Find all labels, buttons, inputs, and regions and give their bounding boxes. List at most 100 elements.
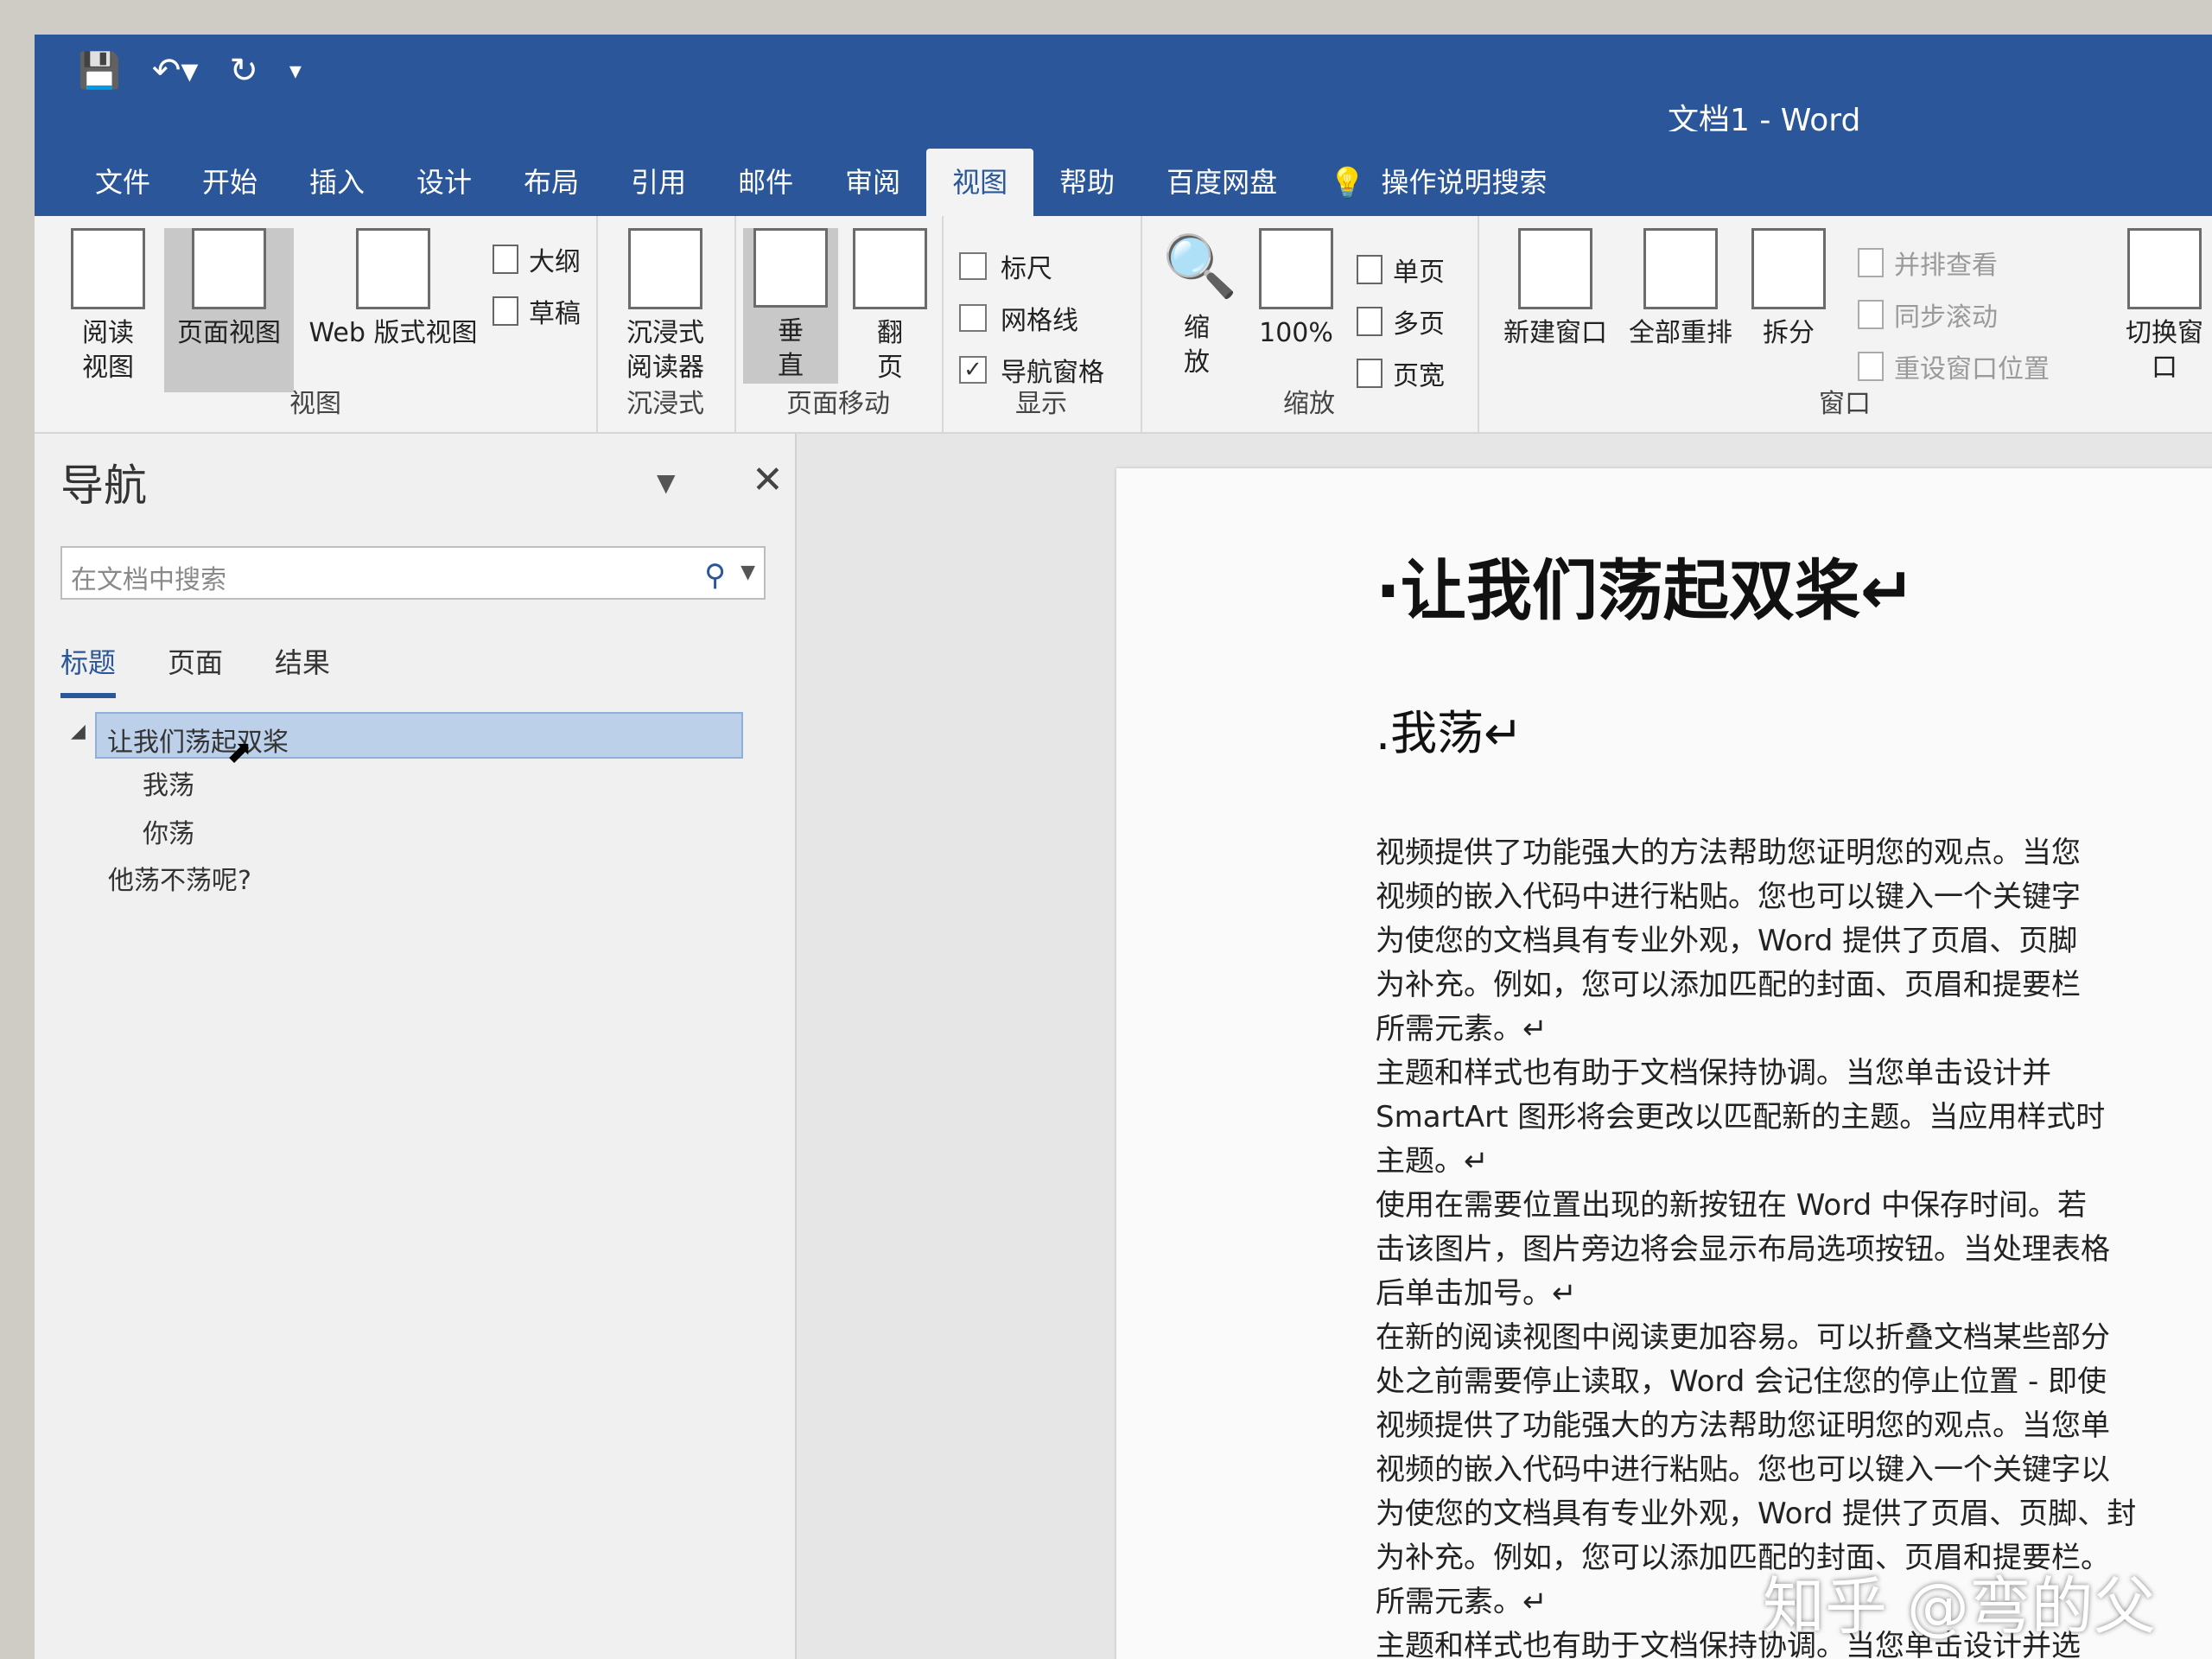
arrange-all-label: 全部重排 (1629, 318, 1732, 348)
tell-me-label: 操作说明搜索 (1381, 166, 1548, 199)
heading-2: .我荡↵ (1376, 706, 1523, 760)
web-page-icon (356, 228, 430, 309)
new-window-button[interactable]: 新建窗口 (1495, 228, 1616, 351)
ruler-checkbox[interactable]: 标尺 (959, 247, 1052, 285)
vertical-scroll-icon (753, 228, 828, 308)
switch-windows-button[interactable]: 切换窗口 (2117, 228, 2212, 385)
draft-button[interactable]: 草稿 (493, 292, 581, 330)
group-immersive: 沉浸式 阅读器 沉浸式 (596, 216, 736, 432)
tell-me-search[interactable]: 💡 操作说明搜索 (1303, 149, 1573, 216)
watermark: 知乎 @弯的父 (1763, 1570, 2156, 1643)
body-line: 所需元素。↵ (1376, 1585, 1548, 1619)
heading-item-4[interactable]: 他荡不荡呢? (108, 859, 251, 897)
tab-help[interactable]: 帮助 (1033, 149, 1141, 216)
heading-item-3[interactable]: 你荡 (143, 812, 194, 850)
one-page-button[interactable]: 单页 (1357, 251, 1445, 289)
document-page[interactable]: ·让我们荡起双桨↵ .我荡↵ 视频提供了功能强大的方法帮助您证明您的观点。当您视… (1116, 468, 2212, 1659)
tab-design[interactable]: 设计 (391, 149, 498, 216)
arrange-all-button[interactable]: 全部重排 (1620, 228, 1741, 351)
redo-icon[interactable]: ↻ (229, 51, 258, 91)
customize-icon[interactable]: ▾ (289, 56, 302, 85)
magnifier-icon: 🔍 (1162, 231, 1238, 302)
draft-icon (493, 296, 518, 326)
zoom-100-button[interactable]: 100% (1249, 228, 1344, 351)
gridlines-checkbox[interactable]: 网格线 (959, 299, 1078, 337)
body-line: 视频的嵌入代码中进行粘贴。您也可以键入一个关键字 (1376, 880, 2081, 914)
split-button[interactable]: 拆分 (1745, 228, 1832, 351)
synchronous-scrolling-button[interactable]: 同步滚动 (1858, 296, 1998, 334)
tab-mailings[interactable]: 邮件 (712, 149, 819, 216)
group-label-window: 窗口 (1819, 389, 1871, 419)
lightbulb-icon: 💡 (1329, 166, 1366, 200)
tab-layout[interactable]: 布局 (498, 149, 605, 216)
tab-headings[interactable]: 标题 (60, 641, 117, 698)
tab-references[interactable]: 引用 (605, 149, 712, 216)
tab-insert[interactable]: 插入 (283, 149, 391, 216)
reset-position-icon (1858, 352, 1884, 381)
draft-label: 草稿 (529, 299, 581, 329)
word-window: 💾 ↶▾ ↻ ▾ 文档1 - Word 文件 开始 插入 设计 布局 引用 邮件… (35, 35, 2212, 1659)
body-line: 击该图片，图片旁边将会显示布局选项按钮。当处理表格 (1376, 1232, 2110, 1267)
zoom-button[interactable]: 🔍 缩 放 (1154, 228, 1240, 380)
tab-baidu-netdisk[interactable]: 百度网盘 (1141, 149, 1303, 216)
group-window: 新建窗口 全部重排 拆分 并排查看 同步滚动 重设窗口位置 切换窗口 窗口 (1478, 216, 2212, 432)
side-to-side-button[interactable]: 翻 页 (842, 228, 938, 385)
gridlines-label: 网格线 (1001, 306, 1078, 336)
ruler-check-box[interactable] (959, 252, 987, 280)
close-icon[interactable]: ✕ (752, 458, 784, 502)
search-dropdown-icon[interactable]: ▼ (741, 562, 755, 583)
vertical-button[interactable]: 垂 直 (743, 228, 838, 384)
immersive-reader-button[interactable]: 沉浸式 阅读器 (613, 228, 717, 385)
collapse-triangle-icon[interactable]: ◢ (71, 721, 86, 742)
multiple-pages-button[interactable]: 多页 (1357, 302, 1445, 340)
multiple-pages-icon (1357, 307, 1382, 336)
arrange-all-icon (1643, 228, 1718, 309)
book-icon (71, 228, 145, 309)
read-mode-label: 阅读 视图 (82, 318, 134, 383)
tab-home[interactable]: 开始 (176, 149, 283, 216)
undo-icon[interactable]: ↶▾ (152, 51, 199, 91)
group-zoom: 🔍 缩 放 100% 单页 多页 页宽 缩放 (1141, 216, 1479, 432)
split-icon (1751, 228, 1826, 309)
reset-window-position-button[interactable]: 重设窗口位置 (1858, 347, 2050, 385)
body-line: 为补充。例如，您可以添加匹配的封面、页眉和提要栏 (1376, 968, 2081, 1002)
read-mode-button[interactable]: 阅读 视图 (60, 228, 156, 385)
print-layout-button[interactable]: 页面视图 (164, 228, 294, 392)
group-label-immersive: 沉浸式 (626, 389, 704, 419)
body-line: 使用在需要位置出现的新按钮在 Word 中保存时间。若 (1376, 1188, 2088, 1223)
save-icon[interactable]: 💾 (78, 50, 121, 91)
pane-options-icon[interactable]: ▼ (657, 468, 676, 497)
immersive-reader-label: 沉浸式 阅读器 (626, 318, 704, 383)
switch-windows-label: 切换窗口 (2126, 318, 2203, 383)
group-show: 标尺 网格线 ✓ 导航窗格 显示 (942, 216, 1142, 432)
reset-position-label: 重设窗口位置 (1894, 354, 2050, 385)
zoom-100-icon (1259, 228, 1333, 309)
body-line: 所需元素。↵ (1376, 1012, 1548, 1046)
zoom-label: 缩 放 (1184, 313, 1210, 378)
ribbon: 阅读 视图 页面视图 Web 版式视图 大纲 草稿 视图 沉浸式 阅读器 沉浸式… (35, 216, 2212, 434)
web-layout-button[interactable]: Web 版式视图 (302, 228, 484, 351)
outline-button[interactable]: 大纲 (493, 240, 581, 278)
body-line: 处之前需要停止读取，Word 会记住您的停止位置 - 即使 (1376, 1364, 2107, 1399)
search-input[interactable]: 在文档中搜索 ⚲ ▼ (60, 546, 766, 600)
tab-results[interactable]: 结果 (275, 641, 330, 698)
heading-item-1[interactable]: 让我们荡起双桨 (95, 712, 743, 759)
view-side-by-side-button[interactable]: 并排查看 (1858, 244, 1998, 282)
document-area[interactable]: ·让我们荡起双桨↵ .我荡↵ 视频提供了功能强大的方法帮助您证明您的观点。当您视… (797, 434, 2212, 1659)
multiple-pages-label: 多页 (1393, 309, 1445, 340)
gridlines-check-box[interactable] (959, 304, 987, 332)
tab-pages[interactable]: 页面 (168, 641, 223, 698)
body-line: SmartArt 图形将会更改以匹配新的主题。当应用样式时 (1376, 1100, 2106, 1135)
body-line: 视频提供了功能强大的方法帮助您证明您的观点。当您单 (1376, 1408, 2110, 1443)
check-icon[interactable]: ✓ (959, 356, 987, 384)
tab-view[interactable]: 视图 (926, 149, 1034, 216)
search-icon[interactable]: ⚲ (704, 558, 726, 593)
split-label: 拆分 (1763, 318, 1815, 348)
heading-item-2[interactable]: 我荡 (143, 764, 194, 802)
tab-review[interactable]: 审阅 (819, 149, 926, 216)
zoom-100-label: 100% (1259, 318, 1333, 348)
body-line: 为使您的文档具有专业外观，Word 提供了页眉、页脚 (1376, 924, 2078, 958)
web-layout-label: Web 版式视图 (308, 318, 478, 348)
tab-file[interactable]: 文件 (69, 149, 176, 216)
quick-access-toolbar: 💾 ↶▾ ↻ ▾ (78, 50, 302, 92)
